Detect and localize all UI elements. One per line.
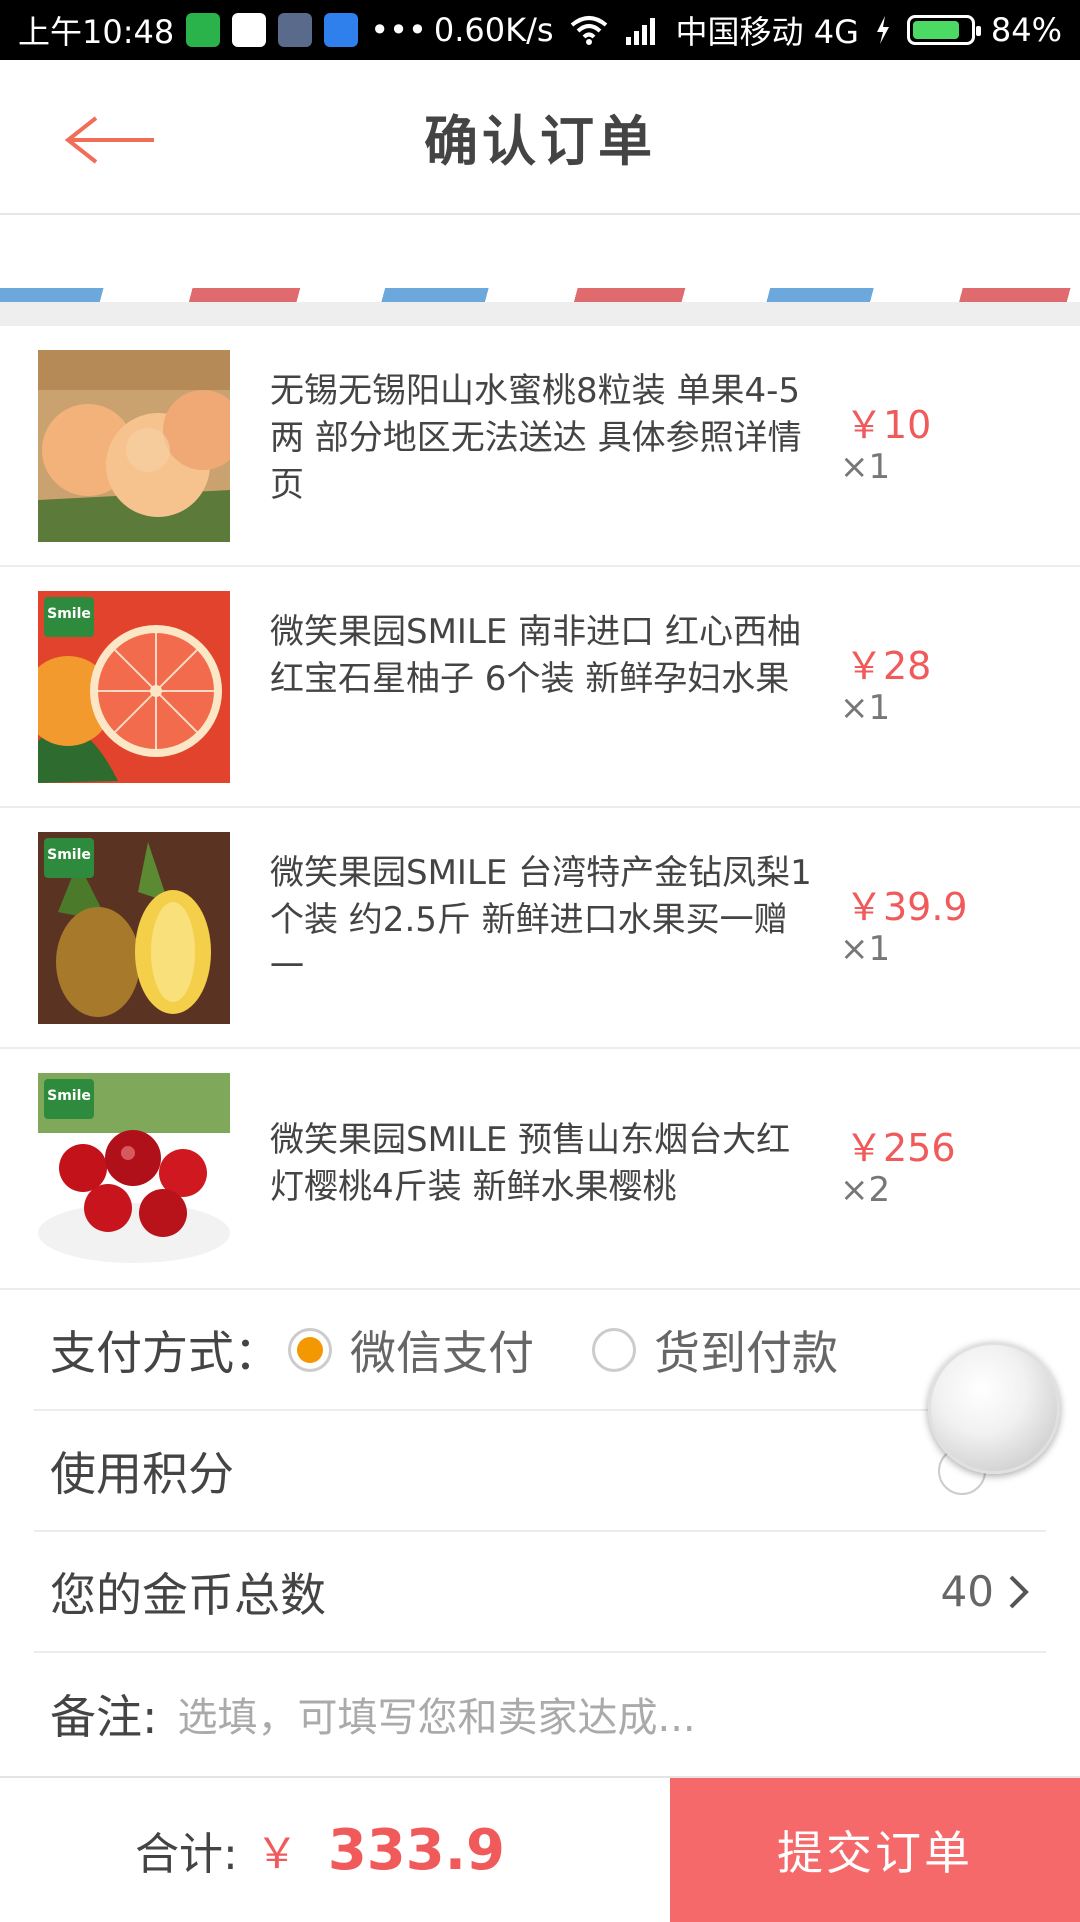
payment-method-row: 支付方式： 微信支付 货到付款 <box>34 1290 1046 1411</box>
smile-brand-badge: Smile <box>44 597 94 637</box>
address-stripe-divider <box>0 288 1080 302</box>
wechat-pay-label[interactable]: 微信支付 <box>350 1317 534 1383</box>
item-name: 微笑果园SMILE 预售山东烟台大红灯樱桃4斤装 新鲜水果樱桃 <box>270 1120 791 1207</box>
note-input[interactable]: 选填，可填写您和卖家达成... <box>178 1685 696 1743</box>
status-bar: 上午10:48 ••• 0.60K/s 中国移动 4G 84% <box>0 0 1080 60</box>
smile-brand-badge: Smile <box>44 838 94 878</box>
chevron-right-icon <box>1009 1575 1029 1608</box>
pineapple-image: Smile <box>38 832 230 1024</box>
item-name: 微笑果园SMILE 台湾特产金钻凤梨1 个装 约2.5斤 新鲜进口水果买一赠一 <box>270 853 812 987</box>
checkout-bar: 合计: ￥ 333.9 提交订单 <box>0 1776 1080 1922</box>
payment-method-label: 支付方式： <box>50 1325 280 1380</box>
coins-row[interactable]: 您的金币总数 40 <box>34 1532 1046 1653</box>
cherry-image: Smile <box>38 1073 230 1265</box>
coins-label: 您的金币总数 <box>50 1567 326 1622</box>
order-item[interactable]: Smile 微笑果园SMILE 南非进口 红心西柚 红宝石星柚子 6个装 新鲜孕… <box>0 567 1080 808</box>
use-points-row: 使用积分 <box>34 1411 1046 1532</box>
item-price: ￥39.9 <box>845 885 968 929</box>
submit-order-button[interactable]: 提交订单 <box>670 1778 1080 1922</box>
app-header: 确认订单 <box>0 60 1080 215</box>
item-quantity: ×1 <box>840 688 891 728</box>
order-item-list: 无锡无锡阳山水蜜桃8粒装 单果4-5两 部分地区无法送达 具体参照详情页 ￥10… <box>0 326 1080 1290</box>
shield-app-icon <box>186 13 221 47</box>
wechat-pay-radio[interactable] <box>288 1327 332 1372</box>
page-title: 确认订单 <box>424 110 656 173</box>
cash-on-delivery-radio[interactable] <box>592 1327 636 1372</box>
charging-icon <box>876 16 889 44</box>
item-quantity: ×2 <box>840 1170 891 1210</box>
order-item[interactable]: 无锡无锡阳山水蜜桃8粒装 单果4-5两 部分地区无法送达 具体参照详情页 ￥10… <box>0 326 1080 567</box>
more-notifications-icon: ••• <box>370 11 427 49</box>
scissors-app-icon <box>278 13 313 47</box>
item-price: ￥256 <box>845 1126 956 1170</box>
status-time: 上午10:48 <box>18 13 175 51</box>
net-speed: 0.60K/s <box>433 11 554 49</box>
item-quantity: ×1 <box>840 929 891 969</box>
item-price: ￥28 <box>845 644 932 688</box>
grapefruit-image: Smile <box>38 591 230 783</box>
note-label: 备注: <box>50 1689 158 1744</box>
battery-icon <box>906 15 981 45</box>
item-quantity: ×1 <box>840 447 891 487</box>
total-amount: 333.9 <box>327 1817 505 1883</box>
use-points-label: 使用积分 <box>50 1446 234 1501</box>
total-label: 合计: <box>135 1829 238 1880</box>
coins-value: 40 <box>940 1567 994 1616</box>
order-options: 支付方式： 微信支付 货到付款 使用积分 您的金币总数 40 备注: 选填，可填… <box>0 1290 1080 1774</box>
smile-brand-badge: Smile <box>44 1079 94 1119</box>
order-item[interactable]: Smile 微笑果园SMILE 台湾特产金钻凤梨1 个装 约2.5斤 新鲜进口水… <box>0 808 1080 1049</box>
order-item[interactable]: Smile 微笑果园SMILE 预售山东烟台大红灯樱桃4斤装 新鲜水果樱桃 ￥2… <box>0 1049 1080 1290</box>
item-name: 微笑果园SMILE 南非进口 红心西柚 红宝石星柚子 6个装 新鲜孕妇水果 <box>270 612 801 699</box>
calendar-app-icon <box>232 13 267 47</box>
order-total: 合计: ￥ 333.9 <box>135 1778 505 1922</box>
message-app-icon <box>324 13 359 47</box>
signal-icon <box>625 18 655 45</box>
item-price: ￥10 <box>845 403 932 447</box>
item-name: 无锡无锡阳山水蜜桃8粒装 单果4-5两 部分地区无法送达 具体参照详情页 <box>270 371 802 505</box>
wifi-icon <box>570 16 607 45</box>
floating-assistive-ball[interactable] <box>928 1342 1060 1474</box>
battery-percent: 84% <box>990 11 1062 49</box>
back-arrow-icon[interactable] <box>62 110 162 170</box>
cash-on-delivery-label[interactable]: 货到付款 <box>654 1317 838 1383</box>
currency-symbol: ￥ <box>255 1828 298 1878</box>
note-row: 备注: 选填，可填写您和卖家达成... <box>34 1653 1046 1774</box>
carrier-label: 中国移动 4G <box>675 13 859 51</box>
section-gap <box>0 302 1080 326</box>
peach-image <box>38 350 230 542</box>
